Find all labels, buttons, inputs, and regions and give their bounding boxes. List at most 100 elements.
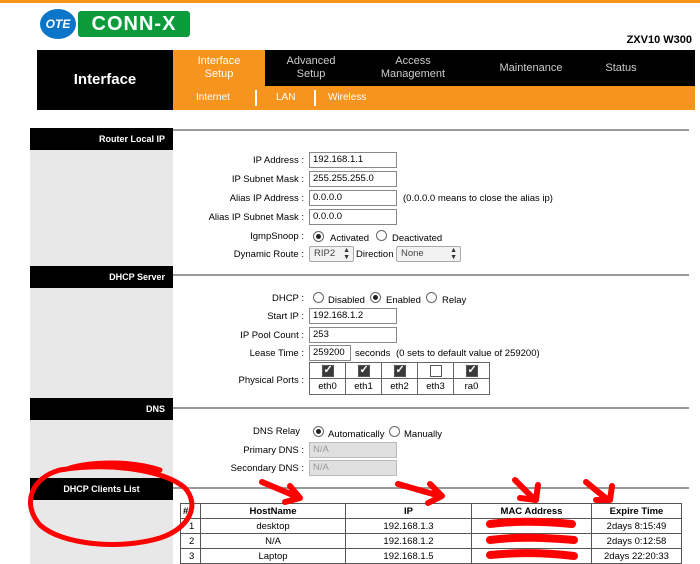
sub-nav: Internet LAN Wireless bbox=[173, 86, 695, 110]
port-label: eth2 bbox=[381, 378, 418, 395]
section-divider bbox=[173, 487, 689, 489]
subnet-mask-label: IP Subnet Mask : bbox=[231, 174, 304, 185]
table-row: 1 desktop 192.168.1.3 2days 8:15:49 bbox=[180, 518, 682, 534]
section-divider bbox=[173, 129, 689, 131]
spinner-arrows-icon: ▲ ▼ bbox=[343, 247, 350, 261]
alias-subnet-label: Alias IP Subnet Mask : bbox=[208, 212, 304, 223]
row-mac-redacted bbox=[471, 518, 592, 534]
dhcp-enabled-label: Enabled bbox=[386, 295, 421, 306]
igmp-label: IgmpSnoop : bbox=[250, 231, 304, 242]
dhcp-server-heading: DHCP Server bbox=[30, 266, 173, 288]
dhcp-disabled-label: Disabled bbox=[328, 295, 365, 306]
row-expire: 2days 0:12:58 bbox=[591, 533, 682, 549]
row-number: 3 bbox=[180, 548, 201, 564]
direction-label: Direction bbox=[356, 249, 394, 260]
column-header: IP bbox=[345, 503, 472, 519]
subnet-mask-field[interactable]: 255.255.255.0 bbox=[309, 171, 397, 187]
alias-subnet-field[interactable]: 0.0.0.0 bbox=[309, 209, 397, 225]
port-cell bbox=[381, 362, 418, 379]
dns-relay-label: DNS Relay bbox=[253, 426, 300, 437]
dynamic-route-select[interactable]: RIP2 ▲ ▼ bbox=[309, 246, 354, 262]
start-ip-label: Start IP : bbox=[267, 311, 304, 322]
dhcp-relay-radio[interactable] bbox=[426, 292, 437, 303]
row-hostname: Laptop bbox=[200, 548, 346, 564]
table-row: 2 N/A 192.168.1.2 2days 0:12:58 bbox=[180, 533, 682, 549]
ip-address-label: IP Address : bbox=[252, 155, 304, 166]
igmp-deactivated-radio[interactable] bbox=[376, 230, 387, 241]
annotation-arrow-expire bbox=[583, 479, 615, 503]
section-title: Interface bbox=[37, 50, 173, 110]
annotation-arrow-mac bbox=[512, 477, 541, 503]
dns-auto-radio[interactable] bbox=[313, 426, 324, 437]
ip-address-field[interactable]: 192.168.1.1 bbox=[309, 152, 397, 168]
column-header: # bbox=[180, 503, 201, 519]
dns-heading: DNS bbox=[30, 398, 173, 420]
row-expire: 2days 22:20:33 bbox=[591, 548, 682, 564]
dns-auto-label: Automatically bbox=[328, 429, 385, 440]
igmp-activated-label: Activated bbox=[330, 233, 370, 244]
row-hostname: N/A bbox=[200, 533, 346, 549]
main-nav: Interface Setup Advanced Setup Access Manag… bbox=[173, 50, 695, 86]
port-cell bbox=[453, 362, 490, 379]
dhcp-clients-heading: DHCP Clients List bbox=[30, 478, 173, 500]
column-header: MAC Address bbox=[471, 503, 592, 519]
row-ip: 192.168.1.3 bbox=[345, 518, 472, 534]
tab-advanced-setup[interactable]: Advanced Setup bbox=[265, 50, 357, 86]
alias-ip-label: Alias IP Address : bbox=[229, 193, 304, 204]
pool-count-field[interactable]: 253 bbox=[309, 327, 397, 343]
section-divider bbox=[173, 274, 689, 276]
port-cell bbox=[345, 362, 382, 379]
port-eth2-checkbox[interactable] bbox=[393, 363, 406, 377]
subtab-internet[interactable]: Internet bbox=[196, 86, 230, 110]
port-eth1-checkbox[interactable] bbox=[357, 363, 370, 377]
lease-note: (0 sets to default value of 259200) bbox=[396, 348, 540, 359]
section-divider bbox=[173, 407, 689, 409]
pool-count-label: IP Pool Count : bbox=[240, 330, 304, 341]
physical-ports-label: Physical Ports : bbox=[238, 375, 304, 386]
row-mac-redacted bbox=[471, 533, 592, 549]
port-label: eth1 bbox=[345, 378, 382, 395]
lease-time-field[interactable]: 259200 bbox=[309, 345, 351, 361]
dynamic-route-label: Dynamic Route : bbox=[233, 249, 304, 260]
physical-ports-table: eth0 eth1 eth2 eth3 ra0 bbox=[309, 362, 490, 395]
subtab-wireless[interactable]: Wireless bbox=[328, 86, 366, 110]
row-number: 2 bbox=[180, 533, 201, 549]
subtab-lan[interactable]: LAN bbox=[276, 86, 295, 110]
dns-manual-radio[interactable] bbox=[389, 426, 400, 437]
port-eth0-checkbox[interactable] bbox=[321, 363, 334, 377]
port-cell bbox=[417, 362, 454, 379]
dhcp-label: DHCP : bbox=[271, 293, 304, 304]
lease-time-label: Lease Time : bbox=[249, 348, 304, 359]
tab-access-management[interactable]: Access Management bbox=[357, 50, 469, 86]
tab-maintenance[interactable]: Maintenance bbox=[478, 50, 584, 86]
port-label: eth0 bbox=[309, 378, 346, 395]
port-label: eth3 bbox=[417, 378, 454, 395]
lease-unit: seconds bbox=[355, 348, 391, 359]
port-eth3-checkbox[interactable] bbox=[429, 364, 442, 377]
dhcp-disabled-radio[interactable] bbox=[313, 292, 324, 303]
tab-status[interactable]: Status bbox=[584, 50, 658, 86]
port-ra0-checkbox[interactable] bbox=[465, 363, 478, 377]
primary-dns-field[interactable]: N/A bbox=[309, 442, 397, 458]
subtab-divider bbox=[314, 90, 316, 106]
ote-logo-badge: OTE bbox=[40, 9, 76, 39]
spinner-arrows-icon: ▲ ▼ bbox=[450, 247, 457, 261]
igmp-deactivated-label: Deactivated bbox=[392, 233, 443, 244]
brand-logo: OTE CONN-X bbox=[40, 9, 192, 39]
connx-logo-text: CONN-X bbox=[78, 11, 190, 37]
model-name: ZXV10 W300 bbox=[626, 34, 692, 46]
annotation-arrow-hostname bbox=[259, 479, 303, 505]
row-ip: 192.168.1.5 bbox=[345, 548, 472, 564]
secondary-dns-field[interactable]: N/A bbox=[309, 460, 397, 476]
top-accent-line bbox=[0, 0, 700, 3]
tab-interface-setup[interactable]: Interface Setup bbox=[173, 50, 265, 86]
dhcp-enabled-radio[interactable] bbox=[370, 292, 381, 303]
start-ip-field[interactable]: 192.168.1.2 bbox=[309, 308, 397, 324]
direction-select[interactable]: None ▲ ▼ bbox=[396, 246, 461, 262]
alias-ip-field[interactable]: 0.0.0.0 bbox=[309, 190, 397, 206]
igmp-activated-radio[interactable] bbox=[313, 231, 324, 242]
row-hostname: desktop bbox=[200, 518, 346, 534]
column-header: HostName bbox=[200, 503, 346, 519]
dhcp-relay-label: Relay bbox=[442, 295, 467, 306]
alias-ip-note: (0.0.0.0 means to close the alias ip) bbox=[403, 193, 553, 204]
